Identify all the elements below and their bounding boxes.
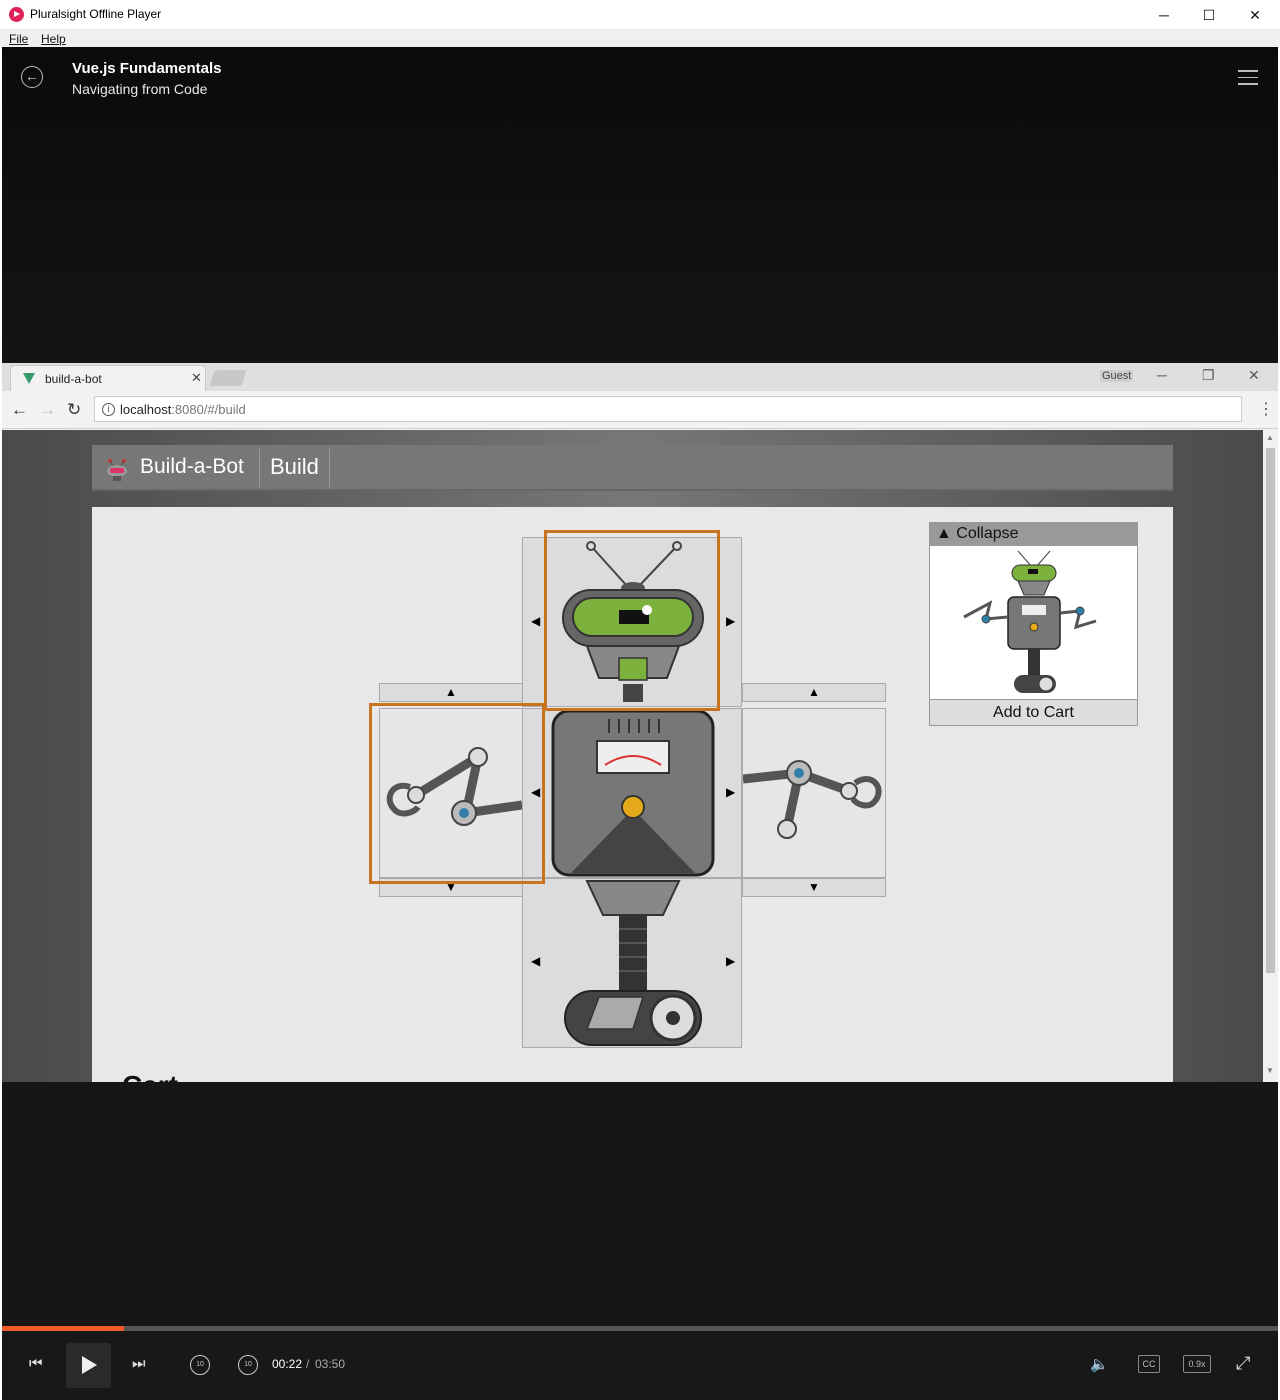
robot-builder: ◀ ▶ ▲ ▼ ◀ ▶ ▲ ▼ ◀ ▶ ▲ Collapse Add to Ca… [92,507,1173,1082]
scroll-up-arrow[interactable]: ▲ [1266,433,1274,442]
robot-torso-image [551,709,715,877]
nav-build-link[interactable]: Build [270,454,319,480]
browser-minimize-button[interactable]: ─ [1157,367,1167,383]
browser-menu-icon[interactable]: ⋮ [1258,399,1274,419]
rewind-10-icon[interactable]: 10 [190,1355,210,1375]
add-to-cart-button[interactable]: Add to Cart [930,699,1137,725]
close-button[interactable]: ✕ [1232,0,1278,30]
vue-favicon-icon [23,373,35,384]
torso-next-arrow[interactable]: ▶ [726,785,735,799]
url-host: localhost [120,402,172,417]
back-arrow-icon[interactable]: ← [21,66,43,88]
browser-tab-title: build-a-bot [45,372,102,386]
address-bar[interactable]: i localhost:8080/#/build [94,396,1242,422]
page-scrollbar[interactable]: ▲ ▼ [1263,430,1278,1082]
right-arm-next-button[interactable]: ▼ [742,878,886,897]
window-title: Pluralsight Offline Player [30,7,162,21]
menu-help[interactable]: Help [41,32,66,46]
current-time: 00:22 [272,1357,303,1371]
previous-clip-icon[interactable]: ⏮ [29,1355,43,1372]
robot-right-arm-image [743,760,882,839]
volume-icon[interactable]: 🔈 [1090,1355,1109,1373]
minimize-button[interactable]: ─ [1141,0,1187,30]
fullscreen-icon[interactable]: ⤢ [1236,1353,1250,1374]
browser-restore-button[interactable]: ❐ [1202,367,1215,384]
head-highlight-box [544,530,720,711]
site-info-icon[interactable]: i [102,403,115,416]
robot-logo-icon [107,459,127,481]
forward-10-icon[interactable]: 10 [238,1355,258,1375]
guest-profile-badge[interactable]: Guest [1100,370,1134,382]
menu-file[interactable]: File [9,32,28,46]
robot-base-image [564,880,702,1046]
video-frame[interactable]: build-a-bot ✕ Guest ─ ❐ ✕ ← → ↻ i localh… [2,363,1278,1082]
new-tab-button[interactable] [209,370,247,386]
scrollbar-thumb[interactable] [1266,448,1275,973]
tab-close-icon[interactable]: ✕ [191,370,202,386]
menu-bar: File Help [0,30,1280,47]
module-title: Navigating from Code [72,81,208,97]
browser-tab-strip: build-a-bot ✕ Guest ─ ❐ ✕ [2,363,1278,391]
head-prev-arrow[interactable]: ◀ [531,614,540,628]
course-title: Vue.js Fundamentals [72,60,222,77]
base-selector [522,878,742,1048]
robot-preview-image [963,550,1097,693]
browser-toolbar: ← → ↻ i localhost:8080/#/build ⋮ [2,391,1278,429]
closed-captions-button[interactable]: CC [1138,1355,1160,1373]
browser-forward-icon[interactable]: → [39,400,56,420]
browser-back-icon[interactable]: ← [11,400,28,420]
time-separator: / [306,1357,310,1371]
web-page: Build-a-Bot Build ◀ ▶ ▲ ▼ ◀ ▶ ▲ ▼ ◀ ▶ ▲ … [2,430,1263,1082]
browser-reload-icon[interactable]: ↻ [67,400,81,420]
header-divider [329,449,330,487]
total-time: 03:50 [315,1357,346,1371]
video-player: ← Vue.js Fundamentals Navigating from Co… [2,47,1278,1400]
window-titlebar: Pluralsight Offline Player ─ ☐ ✕ [0,0,1280,30]
head-next-arrow[interactable]: ▶ [726,614,735,628]
base-prev-arrow[interactable]: ◀ [531,954,540,968]
player-controls: ⏮ ⏭ 10 10 00:22 / 03:50 🔈 CC 0.9x ⤢ [2,1331,1278,1400]
url-path: :8080/#/build [171,402,246,417]
maximize-button[interactable]: ☐ [1186,0,1232,30]
robot-preview-panel: ▲ Collapse Add to Cart [929,522,1138,726]
cart-heading: Cart [122,1070,178,1082]
header-divider [259,449,260,487]
app-header: Build-a-Bot Build [92,445,1173,491]
base-next-arrow[interactable]: ▶ [726,954,735,968]
table-of-contents-icon[interactable] [1238,70,1258,85]
play-button[interactable] [66,1343,111,1388]
browser-tab[interactable]: build-a-bot ✕ [10,365,206,391]
right-arm-prev-button[interactable]: ▲ [742,683,886,702]
torso-selector [522,708,742,878]
left-arm-highlight-box [369,703,545,884]
playback-speed-button[interactable]: 0.9x [1183,1355,1211,1373]
browser-close-button[interactable]: ✕ [1248,367,1260,384]
right-arm-selector [742,708,886,878]
brand-link[interactable]: Build-a-Bot [140,455,244,479]
collapse-button[interactable]: ▲ Collapse [930,523,1137,546]
player-header: ← Vue.js Fundamentals Navigating from Co… [2,47,1278,363]
pluralsight-logo-icon [9,7,24,22]
scroll-down-arrow[interactable]: ▼ [1266,1066,1274,1075]
left-arm-prev-button[interactable]: ▲ [379,683,523,702]
next-clip-icon[interactable]: ⏭ [132,1355,146,1372]
